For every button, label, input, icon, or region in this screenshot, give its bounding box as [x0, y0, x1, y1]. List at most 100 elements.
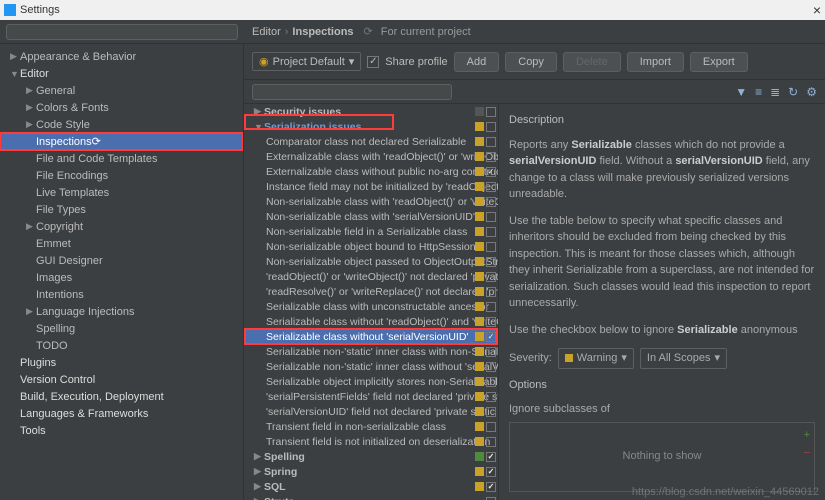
close-icon[interactable]: × [813, 2, 821, 18]
profile-selector[interactable]: ◉ Project Default ▾ [252, 52, 361, 71]
inspection-item[interactable]: 'serialPersistentFields' field not decla… [244, 389, 498, 404]
inspection-checkbox[interactable] [486, 302, 496, 312]
inspection-item[interactable]: Serializable non-'static' inner class wi… [244, 344, 498, 359]
add-button[interactable]: Add [454, 52, 500, 72]
inspection-item[interactable]: Non-serializable class with 'readObject(… [244, 194, 498, 209]
sidebar-item[interactable]: Languages & Frameworks [0, 405, 243, 422]
inspection-item[interactable]: Non-serializable object passed to Object… [244, 254, 498, 269]
inspection-checkbox[interactable] [486, 332, 496, 342]
inspection-checkbox[interactable] [486, 482, 496, 492]
breadcrumb-root[interactable]: Editor [252, 26, 281, 38]
scope-combo[interactable]: In All Scopes ▾ [640, 348, 727, 369]
inspection-checkbox[interactable] [486, 242, 496, 252]
sidebar-item[interactable]: Plugins [0, 354, 243, 371]
inspection-checkbox[interactable] [486, 152, 496, 162]
inspection-checkbox[interactable] [486, 317, 496, 327]
sidebar-item[interactable]: Images [0, 269, 243, 286]
inspection-item[interactable]: Serializable class with unconstructable … [244, 299, 498, 314]
inspection-search-input[interactable] [252, 84, 452, 100]
inspection-checkbox[interactable] [486, 347, 496, 357]
inspection-checkbox[interactable] [486, 182, 496, 192]
inspection-category[interactable]: ▼Serialization issues [244, 119, 498, 134]
reset-icon[interactable]: ⟳ [92, 135, 101, 148]
inspection-item[interactable]: Instance field may not be initialized by… [244, 179, 498, 194]
ignore-subclasses-list[interactable]: Nothing to show + − [509, 422, 815, 492]
sidebar-item[interactable]: Version Control [0, 371, 243, 388]
sidebar-item[interactable]: Live Templates [0, 184, 243, 201]
sidebar-item[interactable]: ▶Language Injections [0, 303, 243, 320]
inspection-checkbox[interactable] [486, 197, 496, 207]
inspection-item[interactable]: Non-serializable class with 'serialVersi… [244, 209, 498, 224]
inspection-checkbox[interactable] [486, 437, 496, 447]
inspection-item[interactable]: Transient field in non-serializable clas… [244, 419, 498, 434]
inspection-checkbox[interactable] [486, 392, 496, 402]
settings-search-input[interactable] [6, 24, 238, 40]
inspection-checkbox[interactable] [486, 467, 496, 477]
import-button[interactable]: Import [627, 52, 684, 72]
copy-button[interactable]: Copy [505, 52, 557, 72]
plus-icon[interactable]: + [804, 427, 810, 444]
inspection-checkbox[interactable] [486, 212, 496, 222]
inspection-checkbox[interactable] [486, 287, 496, 297]
sidebar-item[interactable]: ▶Code Style [0, 116, 243, 133]
sidebar-item[interactable]: File Types [0, 201, 243, 218]
sidebar-item[interactable]: Tools [0, 422, 243, 439]
reset-profile-icon[interactable]: ↻ [788, 85, 798, 99]
inspection-checkbox[interactable] [486, 122, 496, 132]
expand-icon[interactable]: ≡ [755, 85, 762, 99]
inspection-category[interactable]: ▶Spelling [244, 449, 498, 464]
sidebar-item[interactable]: GUI Designer [0, 252, 243, 269]
inspection-category[interactable]: ▶Spring [244, 464, 498, 479]
sidebar-item[interactable]: Inspections ⟳ [0, 133, 243, 150]
inspection-category[interactable]: ▶Security issues [244, 104, 498, 119]
sidebar-item[interactable]: ▶General [0, 82, 243, 99]
sidebar-item[interactable]: ▼Editor [0, 65, 243, 82]
inspection-checkbox[interactable] [486, 167, 496, 177]
inspection-checkbox[interactable] [486, 227, 496, 237]
filter-icon[interactable]: ▼ [735, 85, 747, 99]
inspection-item[interactable]: Non-serializable object bound to HttpSes… [244, 239, 498, 254]
inspection-checkbox[interactable] [486, 377, 496, 387]
inspection-item[interactable]: 'serialVersionUID' field not declared 'p… [244, 404, 498, 419]
inspection-item[interactable]: Externalizable class with 'readObject()'… [244, 149, 498, 164]
sidebar-item[interactable]: Intentions [0, 286, 243, 303]
inspection-item[interactable]: Transient field is not initialized on de… [244, 434, 498, 449]
inspection-item[interactable]: 'readObject()' or 'writeObject()' not de… [244, 269, 498, 284]
inspection-item[interactable]: Externalizable class without public no-a… [244, 164, 498, 179]
export-button[interactable]: Export [690, 52, 748, 72]
inspection-category[interactable]: ▶Struts [244, 494, 498, 500]
inspection-checkbox[interactable] [486, 362, 496, 372]
inspection-checkbox[interactable] [486, 257, 496, 267]
inspection-checkbox[interactable] [486, 452, 496, 462]
sidebar-item[interactable]: ▶Colors & Fonts [0, 99, 243, 116]
reset-icon[interactable]: ⟳ [364, 25, 373, 38]
inspection-checkbox[interactable] [486, 107, 496, 117]
sidebar-item[interactable]: File Encodings [0, 167, 243, 184]
inspection-tree[interactable]: ▶Security issues▼Serialization issuesCom… [244, 104, 498, 500]
sidebar-item[interactable]: ▶Appearance & Behavior [0, 48, 243, 65]
inspection-category[interactable]: ▶SQL [244, 479, 498, 494]
minus-icon[interactable]: − [804, 445, 810, 462]
sidebar-item[interactable]: TODO [0, 337, 243, 354]
sidebar-item[interactable]: File and Code Templates [0, 150, 243, 167]
inspection-checkbox[interactable] [486, 272, 496, 282]
inspection-checkbox[interactable] [486, 422, 496, 432]
inspection-item[interactable]: Serializable class without 'serialVersio… [244, 329, 498, 344]
inspection-item[interactable]: Serializable class without 'readObject()… [244, 314, 498, 329]
sidebar-item[interactable]: Emmet [0, 235, 243, 252]
settings-sidebar[interactable]: ▶Appearance & Behavior▼Editor▶General▶Co… [0, 44, 244, 500]
inspection-item[interactable]: 'readResolve()' or 'writeReplace()' not … [244, 284, 498, 299]
sidebar-item[interactable]: Spelling [0, 320, 243, 337]
inspection-item[interactable]: Serializable object implicitly stores no… [244, 374, 498, 389]
gear-icon[interactable]: ⚙ [806, 85, 817, 99]
inspection-checkbox[interactable] [486, 497, 496, 500]
inspection-checkbox[interactable] [486, 407, 496, 417]
collapse-icon[interactable]: ≣ [770, 85, 780, 99]
sidebar-item[interactable]: Build, Execution, Deployment [0, 388, 243, 405]
inspection-item[interactable]: Non-serializable field in a Serializable… [244, 224, 498, 239]
inspection-item[interactable]: Serializable non-'static' inner class wi… [244, 359, 498, 374]
inspection-checkbox[interactable] [486, 137, 496, 147]
inspection-item[interactable]: Comparator class not declared Serializab… [244, 134, 498, 149]
share-profile-checkbox[interactable] [367, 56, 379, 68]
severity-combo[interactable]: Warning ▾ [558, 348, 634, 369]
